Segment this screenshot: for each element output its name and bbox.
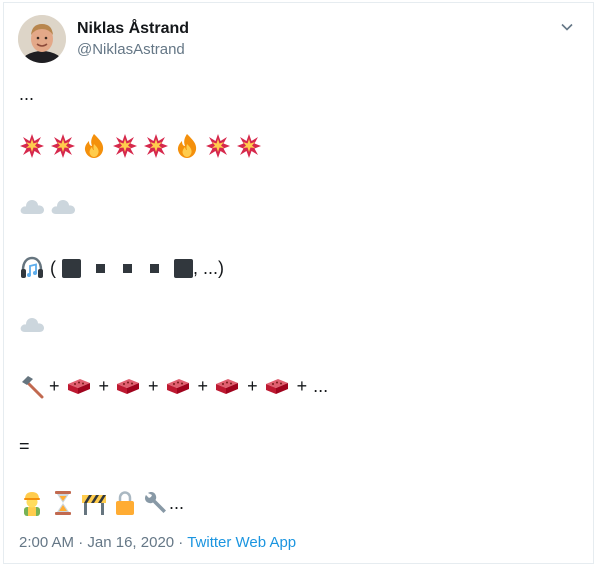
plus-text: + (197, 376, 209, 396)
brick-icon (166, 379, 189, 394)
hourglass-icon (55, 491, 71, 515)
tweet-line-8: ... (19, 488, 184, 518)
headphone-icon (21, 256, 43, 278)
large-black-square-icon (62, 258, 81, 278)
plus-text: + (296, 376, 308, 396)
cloud-icon (20, 200, 44, 214)
close-paren-text: , ...) (193, 258, 224, 278)
collision-icon (206, 134, 230, 158)
brick-icon (216, 379, 239, 394)
brick-icon (117, 379, 140, 394)
tweet-line-5 (19, 311, 50, 337)
tweet-line-4: ( , ...) (19, 253, 224, 283)
fire-icon (84, 134, 104, 158)
brick-icon (67, 379, 90, 394)
tweet-line-7: = (19, 431, 30, 461)
tweet-card: Niklas Åstrand @NiklasAstrand ... (, ..… (3, 2, 594, 564)
wrench-icon (145, 492, 166, 513)
plus-text: + (98, 376, 110, 396)
collision-icon (144, 134, 168, 158)
author-handle[interactable]: @NiklasAstrand (77, 41, 185, 58)
ellipsis-text: ... (19, 84, 35, 104)
chevron-down-icon[interactable] (559, 19, 575, 35)
avatar-image (18, 15, 66, 63)
plus-text: + (49, 376, 60, 396)
fire-icon (177, 134, 197, 158)
lock-icon (116, 491, 134, 515)
small-black-square-icon (150, 263, 159, 273)
tweet-time[interactable]: 2:00 AM (19, 534, 74, 551)
small-black-square-icon (96, 263, 105, 273)
hammer-icon (22, 376, 44, 399)
collision-icon (113, 134, 137, 158)
barrier-icon (82, 495, 106, 515)
tweet-line-6: + + + + + + ... (19, 371, 328, 401)
ellipsis-text: ... (169, 493, 185, 513)
equals-text: = (19, 436, 30, 456)
tweet-line-2 (19, 133, 267, 159)
collision-icon (237, 134, 261, 158)
separator-text: · (174, 534, 188, 551)
author-name[interactable]: Niklas Åstrand (77, 20, 189, 38)
avatar[interactable] (18, 15, 66, 63)
collision-icon (51, 134, 75, 158)
cloud-icon (20, 318, 44, 332)
plus-text: + (148, 376, 159, 396)
construction-worker-icon (24, 492, 40, 516)
small-black-square-icon (123, 263, 132, 273)
tweet-line-1: ... (19, 79, 34, 109)
ellipsis-text: ... (313, 376, 329, 396)
cloud-icon (51, 200, 75, 214)
brick-icon (265, 379, 288, 394)
plus-text: + (247, 376, 258, 396)
collision-icon (20, 134, 44, 158)
tweet-date[interactable]: Jan 16, 2020 (87, 534, 174, 551)
tweet-footer: 2:00 AM · Jan 16, 2020 · Twitter Web App (19, 534, 296, 551)
open-paren-text: ( (50, 258, 56, 278)
large-black-square-icon (174, 258, 193, 278)
separator-text: · (74, 534, 88, 551)
source-link[interactable]: Twitter Web App (187, 534, 296, 551)
tweet-line-3 (19, 193, 81, 219)
